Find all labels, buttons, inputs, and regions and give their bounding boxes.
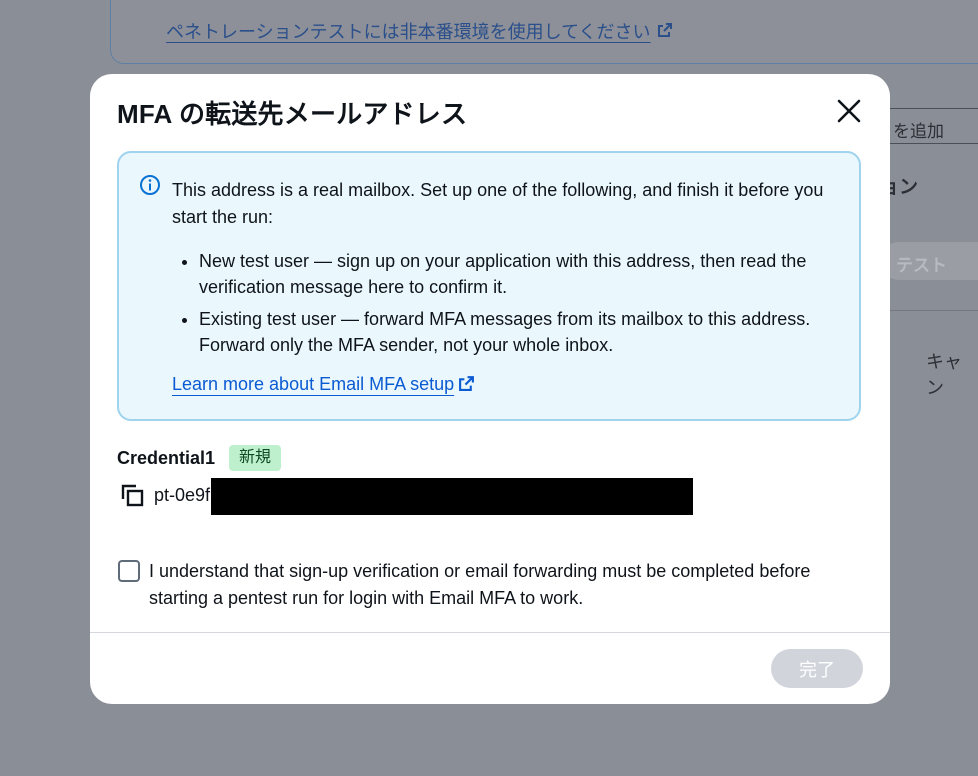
info-list: New test user — sign up on your applicat…: [172, 248, 869, 364]
done-button[interactable]: 完了: [771, 649, 863, 688]
close-button[interactable]: [830, 92, 868, 130]
info-intro-text: This address is a real mailbox. Set up o…: [172, 180, 824, 227]
acknowledge-label: I understand that sign-up verification o…: [149, 561, 811, 608]
credential-label: Credential1: [117, 448, 216, 468]
background-test-button[interactable]: テスト: [880, 242, 978, 280]
redacted-block: [211, 478, 693, 515]
footer-divider: [90, 632, 890, 633]
copy-icon[interactable]: [120, 483, 146, 509]
background-cancel[interactable]: キャン: [926, 348, 978, 400]
info-icon: [140, 175, 160, 195]
mfa-forwarding-modal: MFA の転送先メールアドレス This address is a real m…: [90, 74, 890, 704]
external-link-icon: [458, 375, 475, 397]
info-alert: This address is a real mailbox. Set up o…: [117, 151, 861, 421]
new-badge: 新規: [229, 445, 282, 471]
external-link-icon: [657, 22, 673, 43]
list-item: New test user — sign up on your applicat…: [199, 248, 869, 300]
close-icon: [837, 99, 861, 123]
background-divider: [880, 310, 978, 311]
list-item: Existing test user — forward MFA message…: [199, 306, 869, 358]
background-pentest-link[interactable]: ペネトレーションテストには非本番環境を使用してください: [166, 18, 673, 44]
modal-title: MFA の転送先メールアドレス: [117, 99, 468, 129]
learn-more-link[interactable]: Learn more about Email MFA setup: [172, 374, 475, 397]
acknowledge-checkbox[interactable]: [118, 560, 140, 582]
